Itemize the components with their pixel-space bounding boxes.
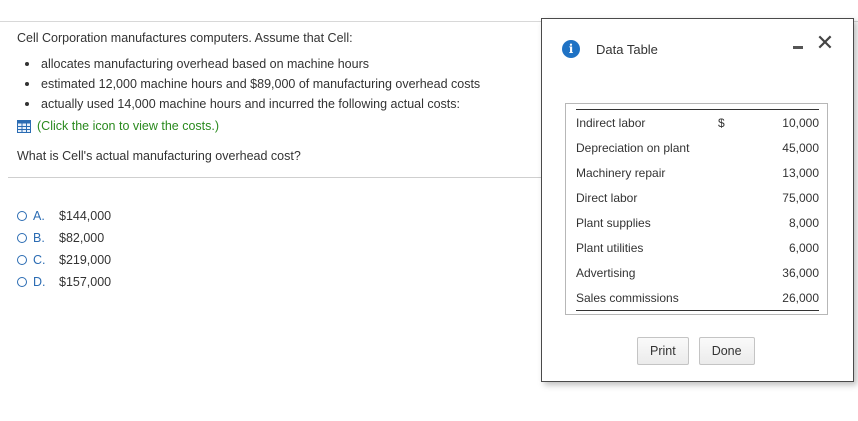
cost-label: Depreciation on plant [576, 140, 690, 155]
cost-label: Sales commissions [576, 285, 718, 311]
option-value: $219,000 [59, 253, 112, 267]
radio-button[interactable] [17, 211, 27, 221]
option-letter: B. [33, 231, 45, 245]
bullet-item: allocates manufacturing overhead based o… [17, 56, 537, 72]
question-intro: Cell Corporation manufactures computers.… [17, 31, 353, 45]
radio-button[interactable] [17, 255, 27, 265]
currency-symbol [718, 210, 748, 235]
cost-amount: 26,000 [748, 285, 819, 311]
option-value: $157,000 [59, 275, 112, 289]
costs-table: Indirect labor $ 10,000 Depreciation on … [576, 109, 819, 311]
option-value: $144,000 [59, 209, 112, 223]
table-row: Plant utilities 6,000 [576, 235, 819, 260]
done-button[interactable]: Done [698, 337, 755, 365]
currency-symbol [718, 160, 748, 185]
cost-label: Direct labor [576, 190, 638, 205]
cost-label: Plant supplies [576, 215, 651, 230]
question-ask: What is Cell's actual manufacturing over… [17, 149, 301, 163]
cost-label: Indirect labor [576, 109, 718, 135]
table-row: Depreciation on plant 45,000 [576, 135, 819, 160]
cost-amount: 36,000 [782, 265, 819, 280]
currency-symbol [718, 260, 748, 285]
radio-button[interactable] [17, 233, 27, 243]
table-row: Indirect labor $ 10,000 [576, 109, 819, 135]
table-row: Advertising 36,000 [576, 260, 819, 285]
costs-table-frame: Indirect labor $ 10,000 Depreciation on … [565, 103, 828, 315]
table-row: Direct labor 75,000 [576, 185, 819, 210]
view-costs-text[interactable]: (Click the icon to view the costs.) [37, 118, 219, 134]
option-d[interactable]: D. $157,000 [17, 271, 111, 293]
data-table-dialog: i Data Table ✕ Indirect labor $ 10,000 D… [541, 18, 854, 382]
option-b[interactable]: B. $82,000 [17, 227, 111, 249]
cost-label: Machinery repair [576, 165, 666, 180]
info-icon: i [562, 40, 580, 58]
option-c[interactable]: C. $219,000 [17, 249, 111, 271]
cost-amount: 45,000 [782, 140, 819, 155]
bullet-item: actually used 14,000 machine hours and i… [17, 96, 537, 112]
radio-button[interactable] [17, 277, 27, 287]
close-icon[interactable]: ✕ [814, 33, 836, 55]
cost-label: Advertising [576, 265, 636, 280]
table-grid-icon[interactable] [17, 119, 31, 133]
cost-amount: 13,000 [782, 165, 819, 180]
question-bullets: allocates manufacturing overhead based o… [17, 56, 537, 112]
bullet-item: estimated 12,000 machine hours and $89,0… [17, 76, 537, 92]
cost-amount: 8,000 [788, 215, 819, 230]
option-letter: C. [33, 253, 46, 267]
currency-symbol: $ [718, 109, 748, 135]
table-row: Plant supplies 8,000 [576, 210, 819, 235]
currency-symbol [718, 185, 748, 210]
table-row: Machinery repair 13,000 [576, 160, 819, 185]
question-divider [8, 177, 543, 178]
option-letter: D. [33, 275, 46, 289]
option-value: $82,000 [59, 231, 105, 245]
print-button[interactable]: Print [637, 337, 689, 365]
currency-symbol [718, 135, 748, 160]
option-a[interactable]: A. $144,000 [17, 205, 111, 227]
minimize-icon[interactable] [789, 38, 807, 56]
cost-amount: 10,000 [748, 109, 819, 135]
cost-label: Plant utilities [576, 240, 644, 255]
cost-amount: 6,000 [788, 240, 819, 255]
dialog-buttons: Print Done [637, 337, 755, 365]
cost-amount: 75,000 [782, 190, 819, 205]
question-panel: Cell Corporation manufactures computers.… [17, 30, 537, 177]
view-costs-link[interactable]: (Click the icon to view the costs.) [17, 118, 537, 134]
dialog-title: Data Table [596, 42, 658, 57]
answer-options: A. $144,000 B. $82,000 C. $219,000 D. $1… [17, 205, 111, 293]
currency-symbol [718, 285, 748, 311]
currency-symbol [718, 235, 748, 260]
option-letter: A. [33, 209, 45, 223]
dialog-header: i Data Table ✕ [542, 19, 853, 79]
table-row: Sales commissions 26,000 [576, 285, 819, 311]
